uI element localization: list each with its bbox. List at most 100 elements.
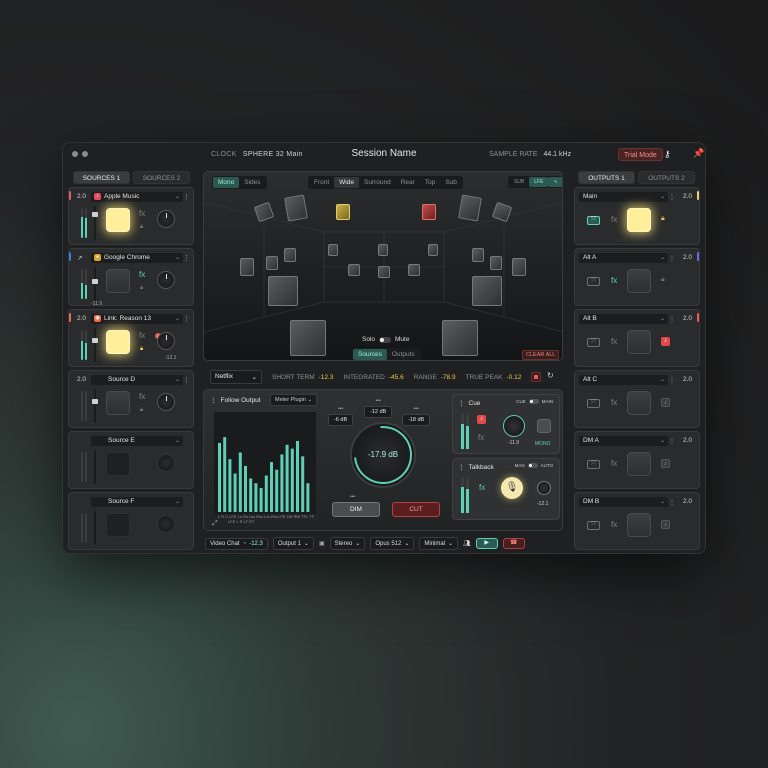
- more-options-icon[interactable]: ⋮: [183, 315, 190, 323]
- route-button[interactable]: [106, 208, 130, 232]
- route-button[interactable]: [106, 330, 130, 354]
- master-volume-knob[interactable]: -17.9 dB: [342, 414, 424, 496]
- solo-mute-toggle[interactable]: Solo Mute: [362, 336, 409, 343]
- speaker-front-l[interactable]: [328, 244, 338, 256]
- latency-select[interactable]: Minimal ⌄: [419, 537, 459, 550]
- speaker-device-icon[interactable]: ⤧: [587, 338, 600, 347]
- trim-button-center[interactable]: -12 dB: [364, 406, 393, 418]
- speaker-top-front-left[interactable]: [284, 194, 308, 222]
- more-options-icon[interactable]: ⋮: [668, 498, 676, 506]
- source-select[interactable]: ♪ Apple Music ⌄: [91, 191, 183, 202]
- lock-icon[interactable]: 🔒︎: [661, 215, 665, 223]
- more-options-icon[interactable]: ⋮: [183, 193, 190, 201]
- more-options-icon[interactable]: ⋮: [668, 254, 676, 262]
- source-select[interactable]: ◉ Link: Reason 13 ⌄: [91, 313, 183, 324]
- route-button[interactable]: [106, 269, 130, 293]
- speaker-top-front-right[interactable]: [458, 194, 482, 222]
- trial-mode-button[interactable]: Trial Mode: [618, 148, 663, 161]
- volume-fader[interactable]: [92, 206, 98, 240]
- speaker-lfe-left[interactable]: [348, 264, 360, 276]
- tab-sources-view[interactable]: Sources: [353, 349, 387, 360]
- lock-icon[interactable]: 🔒︎: [140, 407, 143, 414]
- output-select[interactable]: Alt A ⌄: [579, 252, 668, 263]
- solo-mute-switch[interactable]: [379, 336, 392, 343]
- cue-level-knob[interactable]: [503, 415, 525, 437]
- route-button[interactable]: [106, 391, 130, 415]
- route-button[interactable]: [106, 452, 130, 476]
- stop-button[interactable]: [531, 372, 541, 382]
- participants-icon[interactable]: 👥︎: [463, 540, 471, 547]
- speaker-device-icon[interactable]: ⤧: [587, 521, 600, 530]
- output-select[interactable]: DM A ⌄: [579, 435, 668, 446]
- speaker-rear-left[interactable]: [290, 320, 326, 356]
- lock-icon[interactable]: 🔒︎: [140, 224, 143, 231]
- video-chat-source[interactable]: Video Chat ◔ -12.3: [205, 537, 268, 550]
- pan-knob[interactable]: [157, 210, 175, 228]
- tab-outputs-1[interactable]: OUTPUTS 1: [578, 171, 635, 184]
- fx-button[interactable]: fx: [611, 276, 617, 285]
- loudness-preset-select[interactable]: Netflix ⌄: [210, 370, 262, 384]
- speaker-right[interactable]: [472, 248, 484, 262]
- mono-button[interactable]: MONO: [535, 441, 551, 447]
- key-icon[interactable]: ⚷: [664, 149, 674, 159]
- output-route-button[interactable]: [627, 208, 651, 232]
- dim-button[interactable]: DIM: [332, 502, 380, 517]
- volume-fader[interactable]: [92, 389, 98, 423]
- lock-icon[interactable]: 🔒︎: [661, 276, 665, 284]
- sample-rate-value[interactable]: 44.1 kHz: [543, 151, 571, 158]
- source-select[interactable]: Source D ⌄: [91, 374, 183, 385]
- output-select[interactable]: DM B ⌄: [579, 496, 668, 507]
- speaker-surround-right[interactable]: [472, 276, 502, 306]
- more-options-icon[interactable]: ⋮: [668, 376, 676, 384]
- output-route-button[interactable]: [627, 391, 651, 415]
- speaker-center[interactable]: [378, 244, 388, 256]
- more-options-icon[interactable]: ⋮: [183, 376, 190, 384]
- speaker-lfe-right[interactable]: [408, 264, 420, 276]
- source-select[interactable]: Source E ⌄: [91, 435, 183, 446]
- fx-button[interactable]: fx: [611, 337, 617, 346]
- fx-button[interactable]: fx: [139, 331, 145, 340]
- fx-button[interactable]: fx: [139, 209, 145, 218]
- reset-icon[interactable]: ↻: [547, 371, 554, 380]
- volume-fader[interactable]: [92, 511, 98, 545]
- meter-plugin-select[interactable]: Meter Plugin ⌄: [270, 394, 318, 406]
- source-select[interactable]: Source F ⌄: [91, 496, 183, 507]
- tab-outputs-2[interactable]: OUTPUTS 2: [638, 171, 695, 184]
- more-options-icon[interactable]: ⋮: [458, 463, 465, 471]
- more-options-icon[interactable]: ⋮: [668, 193, 676, 201]
- speaker-side-right[interactable]: [512, 258, 526, 276]
- pan-knob[interactable]: [157, 515, 175, 533]
- route-button[interactable]: [106, 513, 130, 537]
- volume-fader[interactable]: -11.9: [91, 267, 102, 307]
- lock-icon[interactable]: 🔒︎: [140, 346, 143, 353]
- external-link-icon[interactable]: ↗: [77, 254, 91, 262]
- speaker-device-icon[interactable]: ⤧: [587, 399, 600, 408]
- trim-button-right[interactable]: -18 dB: [402, 414, 431, 426]
- output-select[interactable]: Output 1 ⌄: [272, 537, 314, 550]
- more-options-icon[interactable]: ⋮: [210, 396, 217, 404]
- speaker-rear-right[interactable]: [442, 320, 478, 356]
- more-options-icon[interactable]: ⋮: [668, 315, 676, 323]
- speaker-surround-left[interactable]: [268, 276, 298, 306]
- more-options-icon[interactable]: ⋮: [183, 254, 190, 262]
- expand-icon[interactable]: ⤢: [212, 520, 218, 528]
- spatial-view[interactable]: Mono Sides Front Wide Surround Rear Top …: [203, 171, 563, 361]
- fx-button[interactable]: fx: [611, 459, 617, 468]
- fx-button[interactable]: fx: [139, 392, 145, 401]
- speaker-wide-left[interactable]: [266, 256, 278, 270]
- pan-knob[interactable]: [157, 393, 175, 411]
- tab-outputs-view[interactable]: Outputs: [387, 349, 420, 360]
- hang-up-button[interactable]: ☎: [502, 538, 525, 549]
- cue-mode-toggle[interactable]: CUE MAIN: [516, 399, 553, 404]
- speaker-front-right-active[interactable]: [422, 204, 436, 220]
- output-route-button[interactable]: [627, 513, 651, 537]
- window-controls[interactable]: [72, 151, 88, 157]
- speaker-front-left-active[interactable]: [336, 204, 350, 220]
- speaker-device-icon[interactable]: ⤧: [587, 216, 600, 225]
- talkback-fx-button[interactable]: fx: [479, 483, 485, 492]
- output-route-button[interactable]: [627, 330, 651, 354]
- speaker-device-icon[interactable]: ⤧: [587, 277, 600, 286]
- pan-knob[interactable]: [157, 271, 175, 289]
- trim-button-left[interactable]: -6 dB: [328, 414, 354, 426]
- fx-button[interactable]: fx: [611, 215, 617, 224]
